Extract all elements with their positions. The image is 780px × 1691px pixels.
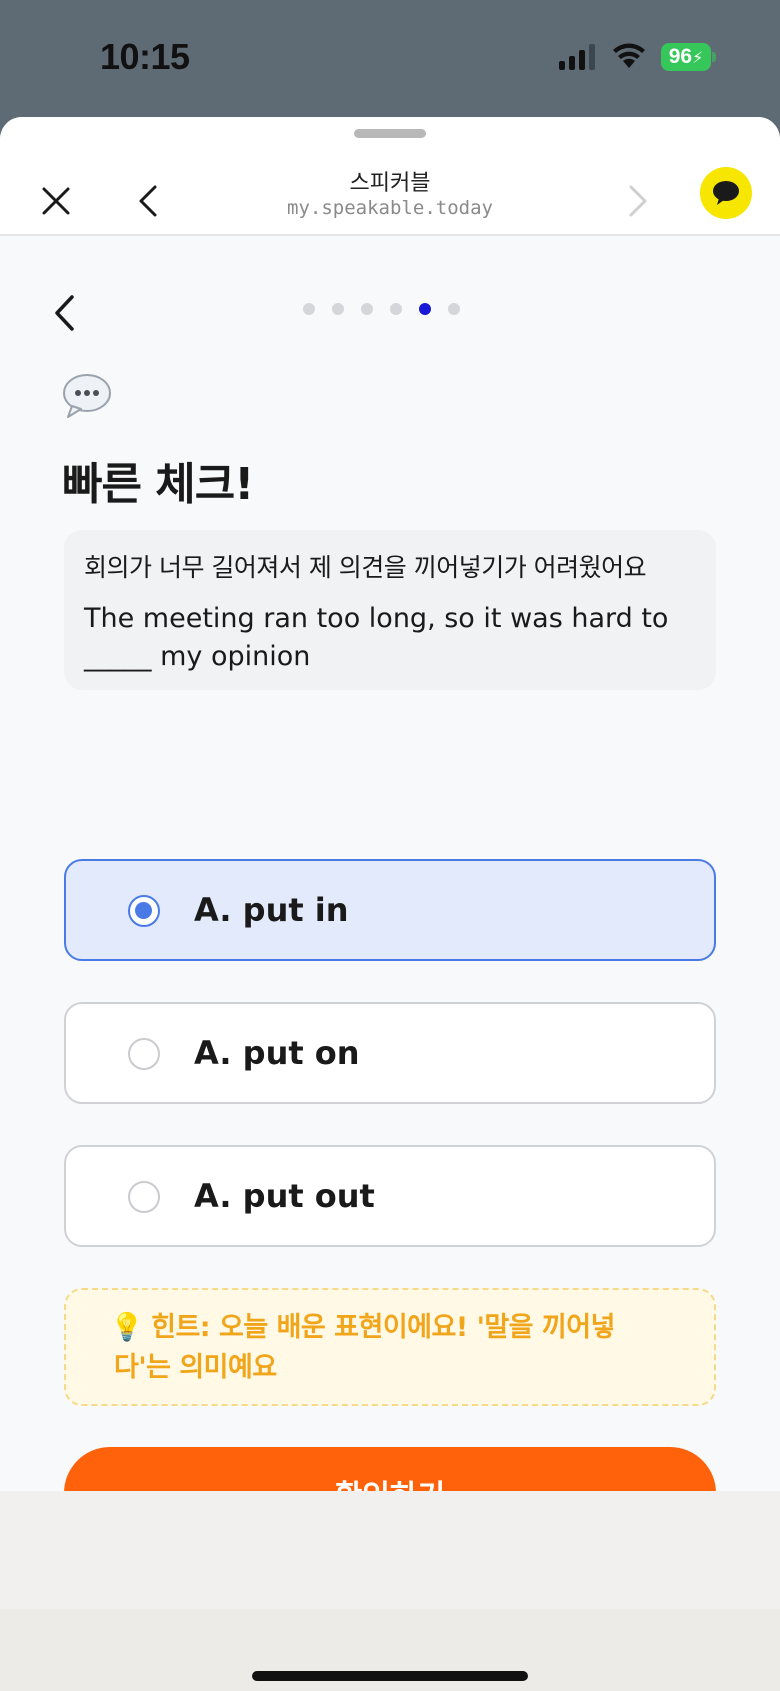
answer-option-put-out[interactable]: A. put out bbox=[64, 1145, 716, 1247]
charging-bolt-icon: ⚡ bbox=[692, 50, 704, 67]
progress-dot-current bbox=[419, 303, 431, 315]
battery-nub bbox=[712, 52, 716, 62]
progress-dot bbox=[332, 303, 344, 315]
cellular-signal-icon bbox=[559, 44, 595, 70]
answer-option-put-on[interactable]: A. put on bbox=[64, 1002, 716, 1104]
question-english: The meeting ran too long, so it was hard… bbox=[84, 603, 669, 672]
status-bar: 10:15 96⚡ bbox=[0, 0, 780, 117]
close-button[interactable] bbox=[30, 175, 82, 227]
option-label: A. put on bbox=[194, 1034, 360, 1072]
quiz-title: 빠른 체크! bbox=[62, 459, 254, 510]
status-time: 10:15 bbox=[100, 36, 190, 77]
battery-level: 96 bbox=[668, 45, 693, 68]
hint-text: 힌트: 오늘 배운 표현이에요! '말을 끼어넣다'는 의미예요 bbox=[114, 1312, 615, 1383]
radio-selected[interactable] bbox=[128, 895, 160, 927]
option-label: A. put in bbox=[194, 891, 349, 929]
sheet-drag-handle[interactable] bbox=[354, 129, 426, 138]
progress-dot bbox=[361, 303, 373, 315]
home-indicator[interactable] bbox=[252, 1671, 528, 1681]
kakao-chat-icon bbox=[713, 181, 739, 205]
site-title: 스피커블 bbox=[349, 171, 431, 196]
chevron-left-icon bbox=[139, 185, 157, 217]
answer-option-put-in[interactable]: A. put in bbox=[64, 859, 716, 961]
radio-unselected[interactable] bbox=[128, 1181, 160, 1213]
question-korean: 회의가 너무 길어져서 제 의견을 끼어넣기가 어려웠어요 bbox=[84, 553, 647, 582]
radio-unselected[interactable] bbox=[128, 1038, 160, 1070]
browser-sheet: 스피커블 my.speakable.today 빠른 체크! 회의가 너무 길어… bbox=[0, 117, 780, 1691]
site-url: my.speakable.today bbox=[287, 197, 493, 219]
browser-forward-button[interactable] bbox=[612, 175, 664, 227]
wifi-icon bbox=[613, 43, 645, 68]
battery-indicator: 96⚡ bbox=[661, 43, 711, 71]
speech-bubble-icon bbox=[63, 374, 111, 418]
option-label: A. put out bbox=[194, 1177, 375, 1215]
quiz-back-button[interactable] bbox=[44, 288, 84, 338]
hint-box: 💡 힌트: 오늘 배운 표현이에요! '말을 끼어넣다'는 의미예요 bbox=[64, 1288, 716, 1406]
quiz-content: 빠른 체크! 회의가 너무 길어져서 제 의견을 끼어넣기가 어려웠어요 The… bbox=[0, 238, 780, 1539]
browser-toolbar: 스피커블 my.speakable.today bbox=[0, 117, 780, 236]
progress-dots bbox=[303, 303, 460, 317]
kakao-chat-button[interactable] bbox=[700, 167, 752, 219]
browser-back-button[interactable] bbox=[122, 175, 174, 227]
progress-dot bbox=[303, 303, 315, 315]
progress-dot bbox=[448, 303, 460, 315]
progress-dot bbox=[390, 303, 402, 315]
chevron-left-icon bbox=[55, 295, 74, 331]
chevron-right-icon bbox=[629, 185, 647, 217]
lightbulb-icon: 💡 bbox=[110, 1312, 144, 1343]
question-card: 회의가 너무 길어져서 제 의견을 끼어넣기가 어려웠어요 The meetin… bbox=[64, 530, 716, 690]
close-icon bbox=[42, 187, 70, 215]
